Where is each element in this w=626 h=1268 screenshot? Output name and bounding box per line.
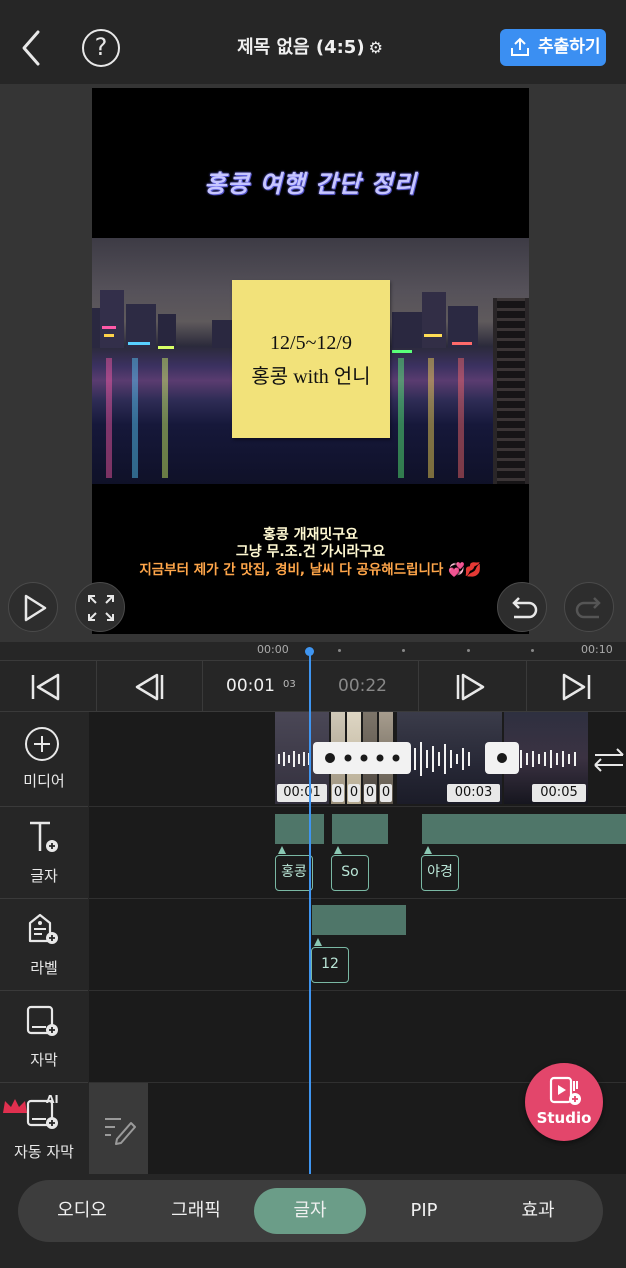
sticky-note-sticker[interactable]: 12/5~12/9 홍콩 with 언니	[232, 280, 390, 438]
audio-waveform	[278, 742, 576, 776]
text-clip[interactable]	[332, 814, 388, 844]
label-tag[interactable]: 12	[311, 938, 349, 983]
tab-audio[interactable]: 오디오	[26, 1188, 138, 1234]
export-button-label: 추출하기	[538, 37, 601, 57]
sidebar-text-label: 글자	[30, 867, 58, 885]
current-frames: 03	[283, 679, 296, 690]
sidebar-text[interactable]: 글자	[0, 807, 88, 899]
sidebar-label-label: 라벨	[30, 959, 58, 977]
studio-label: Studio	[536, 1109, 592, 1127]
clip-duration: 00:01	[277, 784, 327, 802]
sidebar-media[interactable]: 미디어	[0, 712, 88, 807]
undo-button[interactable]	[497, 582, 547, 632]
sidebar-label[interactable]: 라벨	[0, 899, 88, 991]
play-icon	[24, 594, 47, 622]
media-track[interactable]: 00:01 0 0 0 0 00:03 00:05	[89, 712, 626, 807]
next-frame-icon	[456, 673, 485, 701]
clip-duration: 0	[348, 784, 360, 802]
bottom-tab-bar: 오디오 그래픽 글자 PIP 효과	[18, 1180, 603, 1242]
tab-effect[interactable]: 효과	[482, 1188, 594, 1234]
sticky-note-caption: 홍콩 with 언니	[251, 366, 371, 388]
studio-button[interactable]: Studio	[525, 1063, 603, 1141]
label-tag-text: 12	[321, 956, 339, 972]
back-button[interactable]	[14, 26, 54, 70]
playhead-handle[interactable]	[305, 647, 314, 656]
clip-duration: 0	[332, 784, 344, 802]
playhead[interactable]	[309, 652, 311, 1174]
ai-badge: AI	[46, 1093, 59, 1106]
fullscreen-button[interactable]	[75, 582, 125, 632]
clip-duration: 00:03	[447, 784, 500, 802]
previous-frame-button[interactable]	[102, 661, 198, 713]
text-tag[interactable]: So	[331, 846, 369, 891]
tab-pip[interactable]: PIP	[368, 1188, 480, 1234]
tab-text[interactable]: 글자	[254, 1188, 366, 1234]
text-tag[interactable]: 야경	[421, 846, 459, 891]
undo-icon	[512, 597, 538, 619]
project-title[interactable]: 제목 없음 (4:5) ⚙	[200, 34, 420, 62]
redo-button[interactable]	[564, 582, 614, 632]
subtitle-line: 지금부터 제가 간 맛집, 경비, 날씨 다 공유해드립니다 💞💋	[139, 562, 482, 578]
tab-graphic[interactable]: 그래픽	[140, 1188, 252, 1234]
skip-start-icon	[31, 673, 60, 701]
expand-icon	[88, 595, 114, 621]
video-canvas[interactable]: 홍콩 여행 간단 정리 12/5~12/9 홍콩 with 언니 홍콩 개재밋구…	[92, 88, 529, 634]
text-tag-label: So	[341, 864, 359, 880]
clip-duration: 00:05	[532, 784, 586, 802]
text-clip[interactable]	[422, 814, 626, 844]
chevron-left-icon	[22, 30, 40, 66]
next-frame-button[interactable]	[422, 661, 518, 713]
clip-duration: 0	[380, 784, 392, 802]
current-time: 00:01	[226, 676, 275, 696]
clip-duration: 0	[364, 784, 376, 802]
text-tag[interactable]: 홍콩	[275, 846, 313, 891]
upload-icon	[511, 37, 529, 56]
video-title-text: 홍콩 여행 간단 정리	[204, 170, 417, 198]
export-button[interactable]: 추출하기	[500, 29, 606, 66]
gear-icon[interactable]: ⚙	[369, 34, 383, 62]
text-tag-label: 야경	[427, 864, 453, 880]
text-tag-label: 홍콩	[281, 864, 307, 880]
add-caption-icon	[26, 1005, 58, 1036]
sidebar-media-label: 미디어	[23, 772, 65, 790]
skip-to-end-button[interactable]	[528, 661, 624, 713]
sidebar-auto-caption[interactable]: AI 자동 자막	[0, 1083, 88, 1174]
play-button[interactable]	[8, 582, 58, 632]
sidebar-auto-caption-label: 자동 자막	[14, 1143, 74, 1161]
sidebar-caption-label: 자막	[30, 1051, 58, 1069]
project-title-text: 제목 없음 (4:5)	[237, 37, 365, 58]
transport-bar: 00:01 03 00:22	[0, 660, 626, 713]
skip-end-icon	[562, 673, 591, 701]
app-header: ? 제목 없음 (4:5) ⚙ 추출하기	[0, 0, 626, 84]
prev-frame-icon	[135, 673, 164, 701]
text-clip[interactable]	[275, 814, 324, 844]
add-label-icon	[28, 913, 58, 944]
sidebar-caption[interactable]: 자막	[0, 991, 88, 1083]
ruler-end-time: 00:10	[581, 643, 613, 656]
add-media-icon	[25, 727, 59, 761]
text-track[interactable]: 홍콩 So 야경	[89, 807, 626, 899]
redo-icon	[575, 597, 601, 619]
swap-arrows-icon[interactable]	[593, 746, 625, 774]
studio-icon	[549, 1076, 581, 1105]
sticky-note-date: 12/5~12/9	[270, 332, 352, 354]
pencil-edit-icon	[105, 1118, 136, 1145]
skip-to-start-button[interactable]	[0, 661, 96, 713]
total-time: 00:22	[338, 676, 387, 696]
auto-caption-edit-button[interactable]	[89, 1083, 148, 1174]
ruler-start-time: 00:00	[257, 643, 289, 656]
label-track[interactable]: 12	[89, 899, 626, 991]
help-button[interactable]: ?	[82, 29, 120, 67]
add-text-icon	[30, 821, 58, 852]
label-clip[interactable]	[312, 905, 406, 935]
